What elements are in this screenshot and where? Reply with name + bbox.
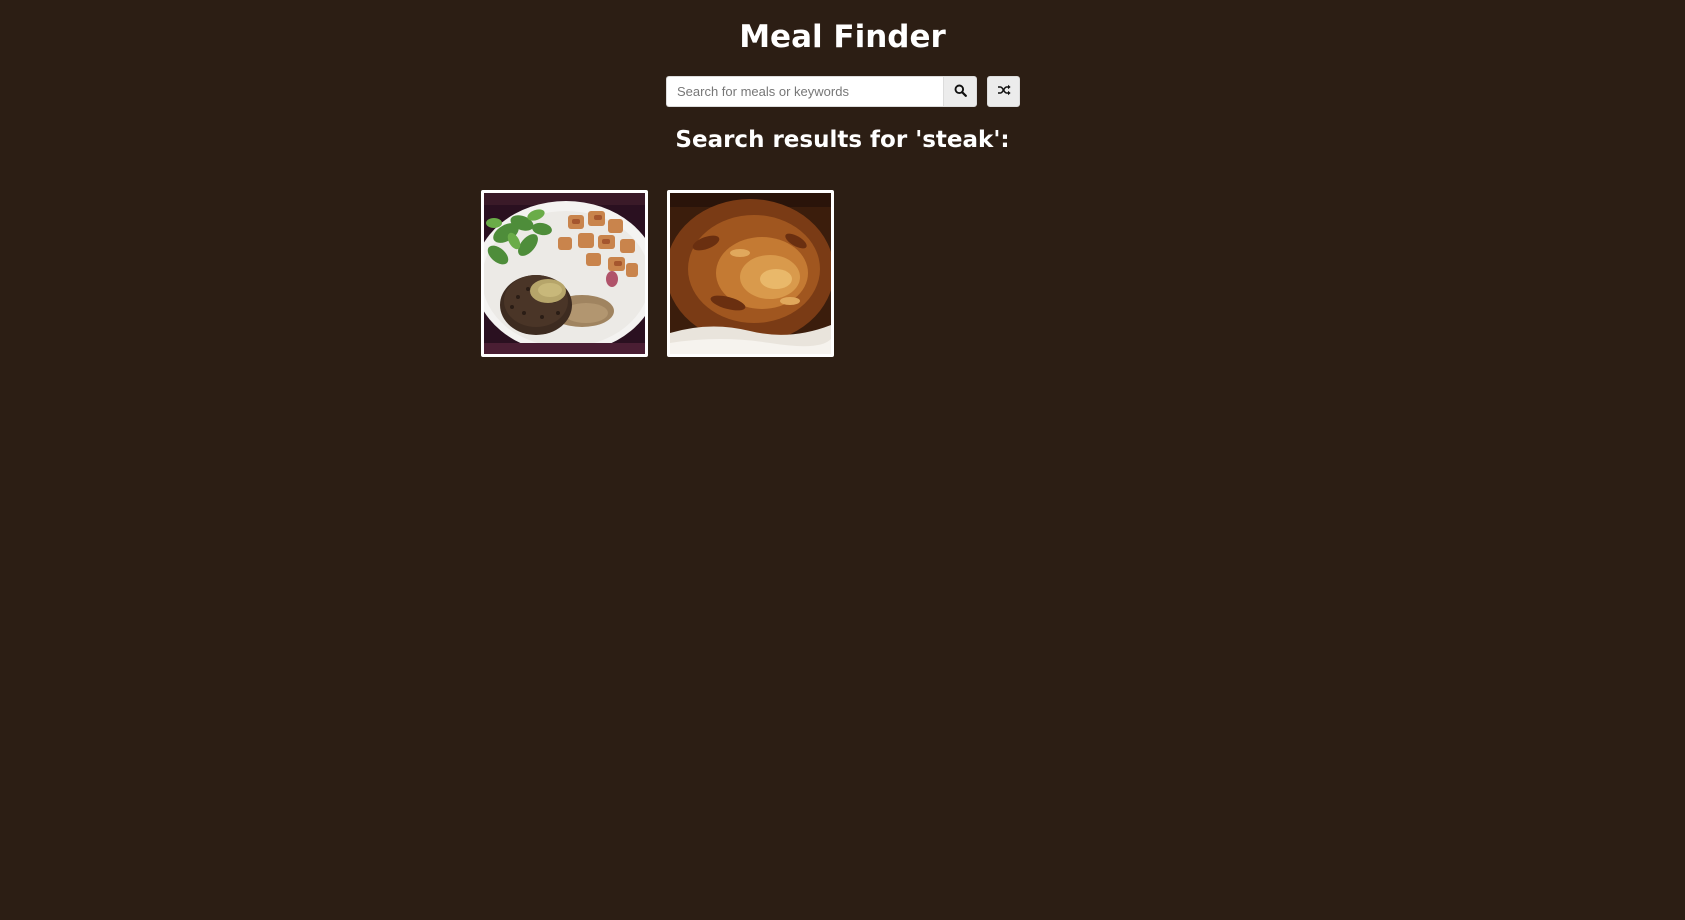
shuffle-icon [997,84,1011,99]
search-form [666,76,1020,107]
meals-grid [481,190,834,357]
meal-image-steak-pie [670,193,831,354]
results-heading: Search results for 'steak': [675,127,1010,153]
search-input[interactable] [666,76,943,107]
app-title: Meal Finder [739,19,946,55]
meal-card[interactable] [481,190,648,357]
random-meal-button[interactable] [987,76,1020,107]
search-button[interactable] [943,76,977,107]
meal-card[interactable] [667,190,834,357]
search-icon [954,84,967,100]
meal-image-steak-plate [484,193,645,354]
